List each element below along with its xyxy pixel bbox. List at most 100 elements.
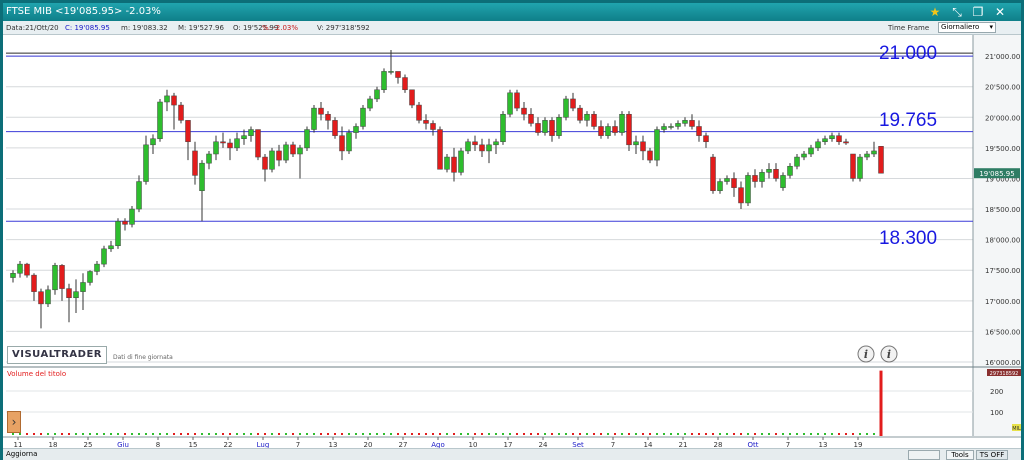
- volume-bar: [705, 433, 707, 435]
- candle-body: [619, 113, 625, 133]
- volume-bar: [194, 433, 196, 435]
- candle-body: [486, 144, 492, 152]
- aggiorna-label[interactable]: Aggiorna: [6, 449, 37, 460]
- y-tick-label: 20'500.00: [985, 84, 1020, 92]
- volume-bar: [26, 433, 28, 435]
- volume-bar: [390, 433, 392, 435]
- ts-off-button[interactable]: TS OFF: [976, 450, 1008, 460]
- candle-body: [682, 120, 688, 124]
- volume-bar: [495, 433, 497, 435]
- volume-bar: [782, 433, 784, 435]
- candle-body: [458, 150, 464, 173]
- volume-bar: [257, 433, 259, 435]
- volume-bar: [572, 433, 574, 435]
- candle-body: [122, 221, 128, 225]
- volume-bar: [19, 433, 21, 435]
- y-tick-label: 21'000.00: [985, 53, 1020, 61]
- candle-body: [17, 263, 23, 274]
- candle-body: [717, 181, 723, 191]
- volume-bar: [320, 433, 322, 435]
- candle-body: [353, 126, 359, 133]
- candle-body: [556, 117, 562, 136]
- close-icon[interactable]: ✕: [991, 3, 1009, 21]
- x-tick-label: 7: [786, 441, 790, 448]
- candle-body: [773, 169, 779, 179]
- x-tick-label: 13: [819, 441, 828, 448]
- candle-body: [157, 101, 163, 139]
- visualtrader-logo: VISUALTRADER: [7, 346, 107, 364]
- candle-body: [94, 263, 100, 272]
- candle-body: [465, 141, 471, 152]
- volume-bar: [131, 433, 133, 435]
- candle-body: [787, 165, 793, 176]
- volume-bar: [40, 433, 42, 435]
- volume-bar: [621, 433, 623, 435]
- arrow-diagonal-icon[interactable]: ⤡: [948, 3, 966, 21]
- candle-body: [535, 123, 541, 133]
- candle-body: [640, 141, 646, 152]
- volume-bar: [243, 433, 245, 435]
- candle-body: [780, 175, 786, 188]
- volume-bar: [313, 433, 315, 435]
- volume-bar: [719, 433, 721, 435]
- volume-unit-label: MIL: [1012, 426, 1021, 432]
- volume-bar: [789, 433, 791, 435]
- candle-body: [10, 273, 16, 278]
- volume-bar: [712, 433, 714, 435]
- candle-body: [563, 98, 569, 118]
- candle-body: [570, 98, 576, 109]
- volume-tick-label: 100: [990, 409, 1003, 417]
- x-tick-label: 11: [14, 441, 23, 448]
- candle-body: [262, 156, 268, 170]
- tools-button[interactable]: Tools: [946, 450, 974, 460]
- candle-body: [745, 175, 751, 204]
- volume-bar: [334, 433, 336, 435]
- volume-bar: [383, 433, 385, 435]
- volume-bar: [306, 433, 308, 435]
- candle-body: [577, 107, 583, 121]
- candle-body: [388, 71, 394, 73]
- x-tick-label: 28: [714, 441, 723, 448]
- volume-bar: [530, 433, 532, 435]
- x-tick-label: Ago: [431, 441, 445, 448]
- volume-bar: [208, 433, 210, 435]
- volume-bar: [362, 433, 364, 435]
- volume-bar: [817, 433, 819, 435]
- volume-bar: [754, 433, 756, 435]
- info-date: Data:21/Ott/20: [6, 24, 59, 32]
- candle-body: [178, 104, 184, 121]
- volume-bar: [264, 433, 266, 435]
- candle-body: [45, 289, 51, 305]
- volume-bar: [124, 433, 126, 435]
- candle-body: [843, 141, 849, 144]
- candle-body: [472, 141, 478, 146]
- volume-bar: [369, 433, 371, 435]
- chart-window: FTSE MIB <19'085.95> -2.03% ★ ⤡ ❐ ✕ Data…: [0, 0, 1024, 460]
- candle-body: [374, 89, 380, 100]
- volume-bar: [453, 433, 455, 435]
- chevron-right-icon[interactable]: ›: [7, 411, 21, 433]
- window-title: FTSE MIB <19'085.95> -2.03%: [6, 6, 161, 17]
- volume-bar: [180, 433, 182, 435]
- candle-body: [31, 274, 37, 292]
- volume-bar: [103, 433, 105, 435]
- info-min: m: 19'083.32: [121, 24, 168, 32]
- candle-body: [332, 120, 338, 136]
- y-tick-label: 18'000.00: [985, 237, 1020, 245]
- volume-bar: [460, 433, 462, 435]
- candle-body: [878, 146, 884, 174]
- restore-icon[interactable]: ❐: [969, 3, 987, 21]
- candle-body: [430, 123, 436, 130]
- candle-body: [269, 150, 275, 170]
- volume-bar: [82, 433, 84, 435]
- x-tick-label: 13: [329, 441, 338, 448]
- star-icon[interactable]: ★: [926, 3, 944, 21]
- volume-bar: [61, 433, 63, 435]
- horizontal-scrollbar[interactable]: [908, 450, 940, 460]
- timeframe-select[interactable]: Giornaliero ▾: [938, 22, 996, 33]
- volume-bar: [726, 433, 728, 435]
- price-chart[interactable]: 21'000.00 20'500.00 20'000.00 19'500.00 19'0…: [3, 35, 1021, 448]
- candle-body: [171, 95, 177, 106]
- candle-body: [52, 265, 58, 291]
- candle-body: [325, 113, 331, 121]
